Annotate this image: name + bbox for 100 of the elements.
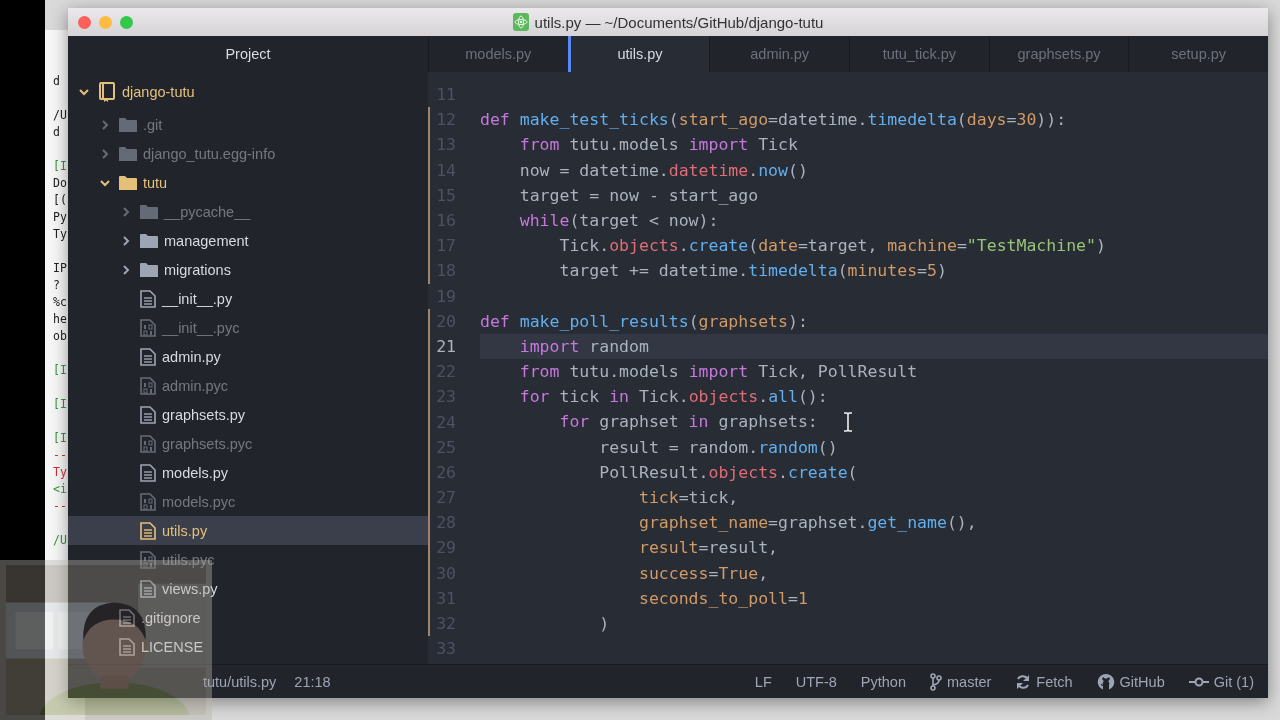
tree-item[interactable]: admin.pyc — [68, 371, 428, 400]
file-tab[interactable]: models.py — [428, 36, 568, 72]
terminal-line: [I — [53, 158, 68, 175]
terminal-line: -- — [53, 447, 68, 464]
cursor-position[interactable]: 21:18 — [294, 673, 331, 690]
folder-icon — [140, 232, 158, 249]
text-cursor-icon — [843, 412, 853, 432]
chevron-icon[interactable] — [120, 234, 132, 247]
code-line: graphset_name=graphset.get_name(), — [637, 512, 977, 535]
terminal-line: IP — [53, 260, 68, 277]
item-name: django-tutu — [122, 84, 195, 100]
status-item[interactable]: LF — [754, 673, 772, 690]
file-tab[interactable]: tutu_tick.py — [849, 36, 989, 72]
tree-item[interactable]: graphsets.py — [68, 400, 428, 429]
item-name: graphsets.py — [162, 406, 246, 423]
item-name: models.py — [162, 464, 229, 481]
item-name: utils.py — [162, 522, 208, 539]
file-tab[interactable]: graphsets.py — [988, 36, 1129, 72]
status-item[interactable]: Python — [860, 673, 906, 690]
file-icon — [140, 289, 156, 308]
file-tab[interactable]: admin.py — [709, 36, 849, 72]
tree-item[interactable]: __init__.py — [68, 284, 428, 313]
code-line: ) — [598, 612, 610, 635]
binary-file-icon — [140, 376, 156, 395]
tree-item[interactable]: migrations — [68, 255, 428, 284]
item-name: graphsets.pyc — [162, 435, 253, 452]
folder-icon — [140, 261, 158, 278]
folder-icon — [119, 116, 137, 133]
code-line: def make_poll_results(graphsets): — [480, 310, 808, 333]
file-icon — [140, 579, 156, 598]
line-number: 21 — [435, 336, 456, 356]
app-icon — [512, 13, 529, 31]
terminal-line: /U — [53, 107, 68, 124]
file-icon — [140, 521, 156, 540]
tree-item[interactable]: __init__.pyc — [68, 313, 428, 342]
file-icon — [119, 637, 135, 656]
item-name: management — [164, 232, 249, 249]
window-title: utils.py — ~/Documents/GitHub/django-tutu — [534, 13, 824, 31]
tree-item[interactable]: models.pyc — [68, 487, 428, 516]
tree-item[interactable]: graphsets.pyc — [68, 429, 428, 458]
terminal-line: Ty — [53, 226, 68, 243]
tree-item[interactable]: models.py — [68, 458, 428, 487]
status-item[interactable]: master — [947, 673, 992, 690]
terminal-line: /U — [53, 532, 68, 549]
item-name: __init__.pyc — [162, 319, 240, 336]
terminal-line: Ty — [53, 464, 68, 481]
tree-item[interactable]: tutu — [68, 168, 428, 197]
file-path[interactable]: tutu/utils.py — [203, 673, 277, 690]
folder-icon — [119, 145, 137, 162]
status-item[interactable]: Fetch — [1036, 673, 1073, 690]
item-name: __pycache__ — [164, 203, 251, 220]
binary-file-icon — [140, 318, 156, 337]
chevron-icon[interactable] — [78, 86, 90, 98]
item-name: __init__.py — [162, 290, 233, 307]
terminal-line: d — [53, 73, 61, 90]
status-item[interactable]: GitHub — [1119, 673, 1165, 690]
item-name: .git — [143, 116, 163, 133]
code-line: while(target < now): — [518, 209, 719, 232]
branch-icon — [930, 672, 942, 691]
terminal-line: [I — [53, 430, 68, 447]
zoom-button[interactable] — [120, 15, 133, 29]
item-name: django_tutu.egg-info — [143, 145, 276, 162]
code-line: now = datetime.datetime.now() — [518, 159, 808, 182]
file-tab[interactable]: setup.py — [1128, 36, 1269, 72]
tree-item[interactable]: .git — [68, 110, 428, 139]
status-item[interactable]: Git (1) — [1213, 673, 1254, 690]
code-line: from tutu.models import Tick, PollResult — [518, 361, 918, 384]
binary-file-icon — [140, 434, 156, 453]
binary-file-icon — [140, 492, 156, 511]
tree-item[interactable]: django-tutu — [68, 76, 428, 110]
code-line: seconds_to_poll=1 — [637, 587, 808, 610]
terminal-line: %c — [53, 294, 68, 311]
code-line: PollResult.objects.create( — [598, 461, 858, 484]
tree-item[interactable]: utils.py — [68, 516, 428, 545]
tree-item[interactable]: admin.py — [68, 342, 428, 371]
tree-item[interactable]: __pycache__ — [68, 197, 428, 226]
code-line: result = random.random() — [598, 436, 838, 459]
file-icon — [140, 463, 156, 482]
item-name: .gitignore — [141, 609, 201, 626]
code-line: target += datetime.timedelta(minutes=5) — [558, 260, 947, 283]
code-line: target = now - start_ago — [518, 184, 759, 207]
code-line: from tutu.models import Tick — [518, 134, 798, 157]
code-line: def make_test_ticks(start_ago=datetime.timedelta(days=30)): — [480, 109, 1067, 132]
item-name: tutu — [143, 174, 168, 191]
item-name: admin.pyc — [162, 377, 229, 394]
tree-item[interactable]: django_tutu.egg-info — [68, 139, 428, 168]
item-name: admin.py — [162, 348, 221, 365]
book-icon — [98, 82, 116, 102]
status-item[interactable]: UTF-8 — [795, 673, 837, 690]
item-name: LICENSE — [141, 638, 204, 655]
file-tab[interactable]: utils.py — [567, 36, 710, 72]
terminal-line: -- — [53, 498, 68, 515]
terminal-line: [( — [53, 192, 68, 209]
commit-icon — [1188, 675, 1209, 688]
close-button[interactable] — [78, 15, 91, 29]
item-name: migrations — [164, 261, 231, 278]
chevron-icon[interactable] — [120, 263, 132, 276]
item-name: views.py — [162, 580, 218, 597]
item-name: models.pyc — [162, 493, 236, 510]
tree-item[interactable]: management — [68, 226, 428, 255]
